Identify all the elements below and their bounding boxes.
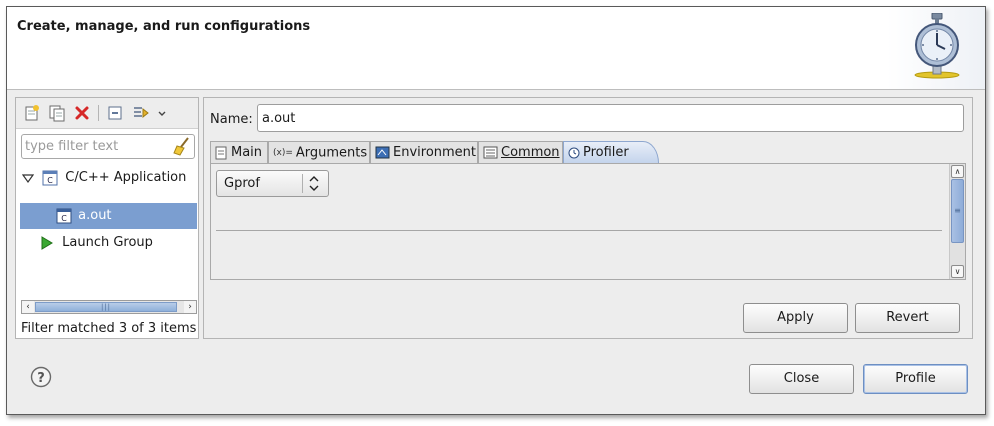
tab-common[interactable]: Common: [478, 141, 563, 163]
revert-button[interactable]: Revert: [855, 303, 960, 333]
filter-configurations-icon[interactable]: [132, 104, 150, 122]
view-menu-chevron-icon[interactable]: [156, 104, 168, 122]
name-input[interactable]: [257, 104, 964, 132]
scroll-down-arrow[interactable]: ∨: [951, 265, 964, 278]
filter-status: Filter matched 3 of 3 items: [21, 321, 197, 336]
scroll-thumb[interactable]: ≡: [951, 179, 964, 243]
delete-icon[interactable]: [73, 104, 91, 122]
svg-text:C: C: [47, 176, 53, 185]
banner-title: Create, manage, and run configurations: [17, 19, 311, 34]
stopwatch-icon: [914, 13, 960, 79]
svg-text:?: ?: [37, 371, 45, 386]
toolbar-separator: [98, 105, 99, 121]
c-file-icon: C: [56, 208, 72, 224]
tab-profiler[interactable]: Profiler: [563, 141, 659, 163]
clock-icon: [568, 147, 580, 158]
tab-arguments[interactable]: (x)= Arguments: [268, 141, 370, 163]
apply-button[interactable]: Apply: [743, 303, 848, 333]
duplicate-icon[interactable]: [48, 104, 66, 122]
banner: Create, manage, and run configurations: [7, 7, 985, 90]
main-page-icon: [215, 146, 227, 159]
content-separator: [216, 230, 942, 231]
tab-main[interactable]: Main: [210, 141, 268, 163]
variables-icon: (x)=: [273, 148, 293, 158]
tree-item-label: Launch Group: [62, 235, 153, 250]
tab-label: Main: [231, 145, 263, 160]
close-button[interactable]: Close: [749, 364, 854, 394]
left-toolbar: [16, 98, 198, 129]
tab-environment[interactable]: Environment: [370, 141, 478, 163]
launch-group-icon: [41, 236, 53, 250]
tree-horizontal-scrollbar[interactable]: ‹ ||| ›: [21, 300, 197, 314]
tab-label: Environment: [393, 145, 477, 160]
svg-text:C: C: [61, 214, 67, 223]
scroll-left-arrow[interactable]: ‹: [22, 301, 34, 313]
tab-label: Arguments: [295, 145, 368, 161]
expanded-triangle-icon[interactable]: [21, 172, 35, 184]
profiler-tab-content: Gprof ∧ ≡ ∨: [210, 163, 966, 280]
scroll-thumb[interactable]: |||: [35, 302, 177, 312]
up-down-arrows-icon: [309, 176, 319, 191]
profiler-select-value: Gprof: [224, 176, 260, 191]
help-icon[interactable]: ?: [30, 366, 52, 388]
tab-label: Common: [501, 145, 560, 160]
configuration-editor-panel: Name: Main (x)=Arguments Environment: [203, 97, 973, 339]
tab-vertical-scrollbar[interactable]: ∧ ≡ ∨: [949, 164, 965, 279]
filter-input[interactable]: [25, 137, 170, 156]
scroll-right-arrow[interactable]: ›: [184, 301, 196, 313]
tab-bar: Main (x)= Arguments Environment Common P…: [210, 141, 966, 163]
tab-label: Profiler: [583, 145, 629, 160]
tree-item-label: a.out: [78, 208, 112, 223]
profile-button[interactable]: Profile: [863, 364, 968, 394]
configuration-tree-panel: C C/C++ Application C a.out Launch Group…: [15, 97, 199, 339]
name-label: Name:: [210, 112, 253, 127]
run-configurations-dialog: Create, manage, and run configurations t…: [6, 6, 986, 415]
tree-item-c-cpp-application[interactable]: C C/C++ Application: [20, 165, 197, 191]
common-icon: [483, 146, 498, 159]
environment-icon: [375, 146, 390, 158]
tree-item-label: C/C++ Application: [65, 170, 187, 185]
c-app-icon: C: [42, 170, 58, 186]
new-configuration-icon[interactable]: [23, 104, 41, 122]
tree-item-launch-group[interactable]: Launch Group: [20, 230, 197, 256]
clear-filter-icon[interactable]: [173, 137, 191, 156]
scroll-up-arrow[interactable]: ∧: [951, 165, 964, 178]
select-separator: [302, 174, 303, 193]
collapse-all-icon[interactable]: [106, 104, 124, 122]
filter-field[interactable]: [21, 134, 195, 159]
profiler-select[interactable]: Gprof: [216, 170, 329, 197]
tree-item-a-out[interactable]: C a.out: [20, 203, 197, 229]
